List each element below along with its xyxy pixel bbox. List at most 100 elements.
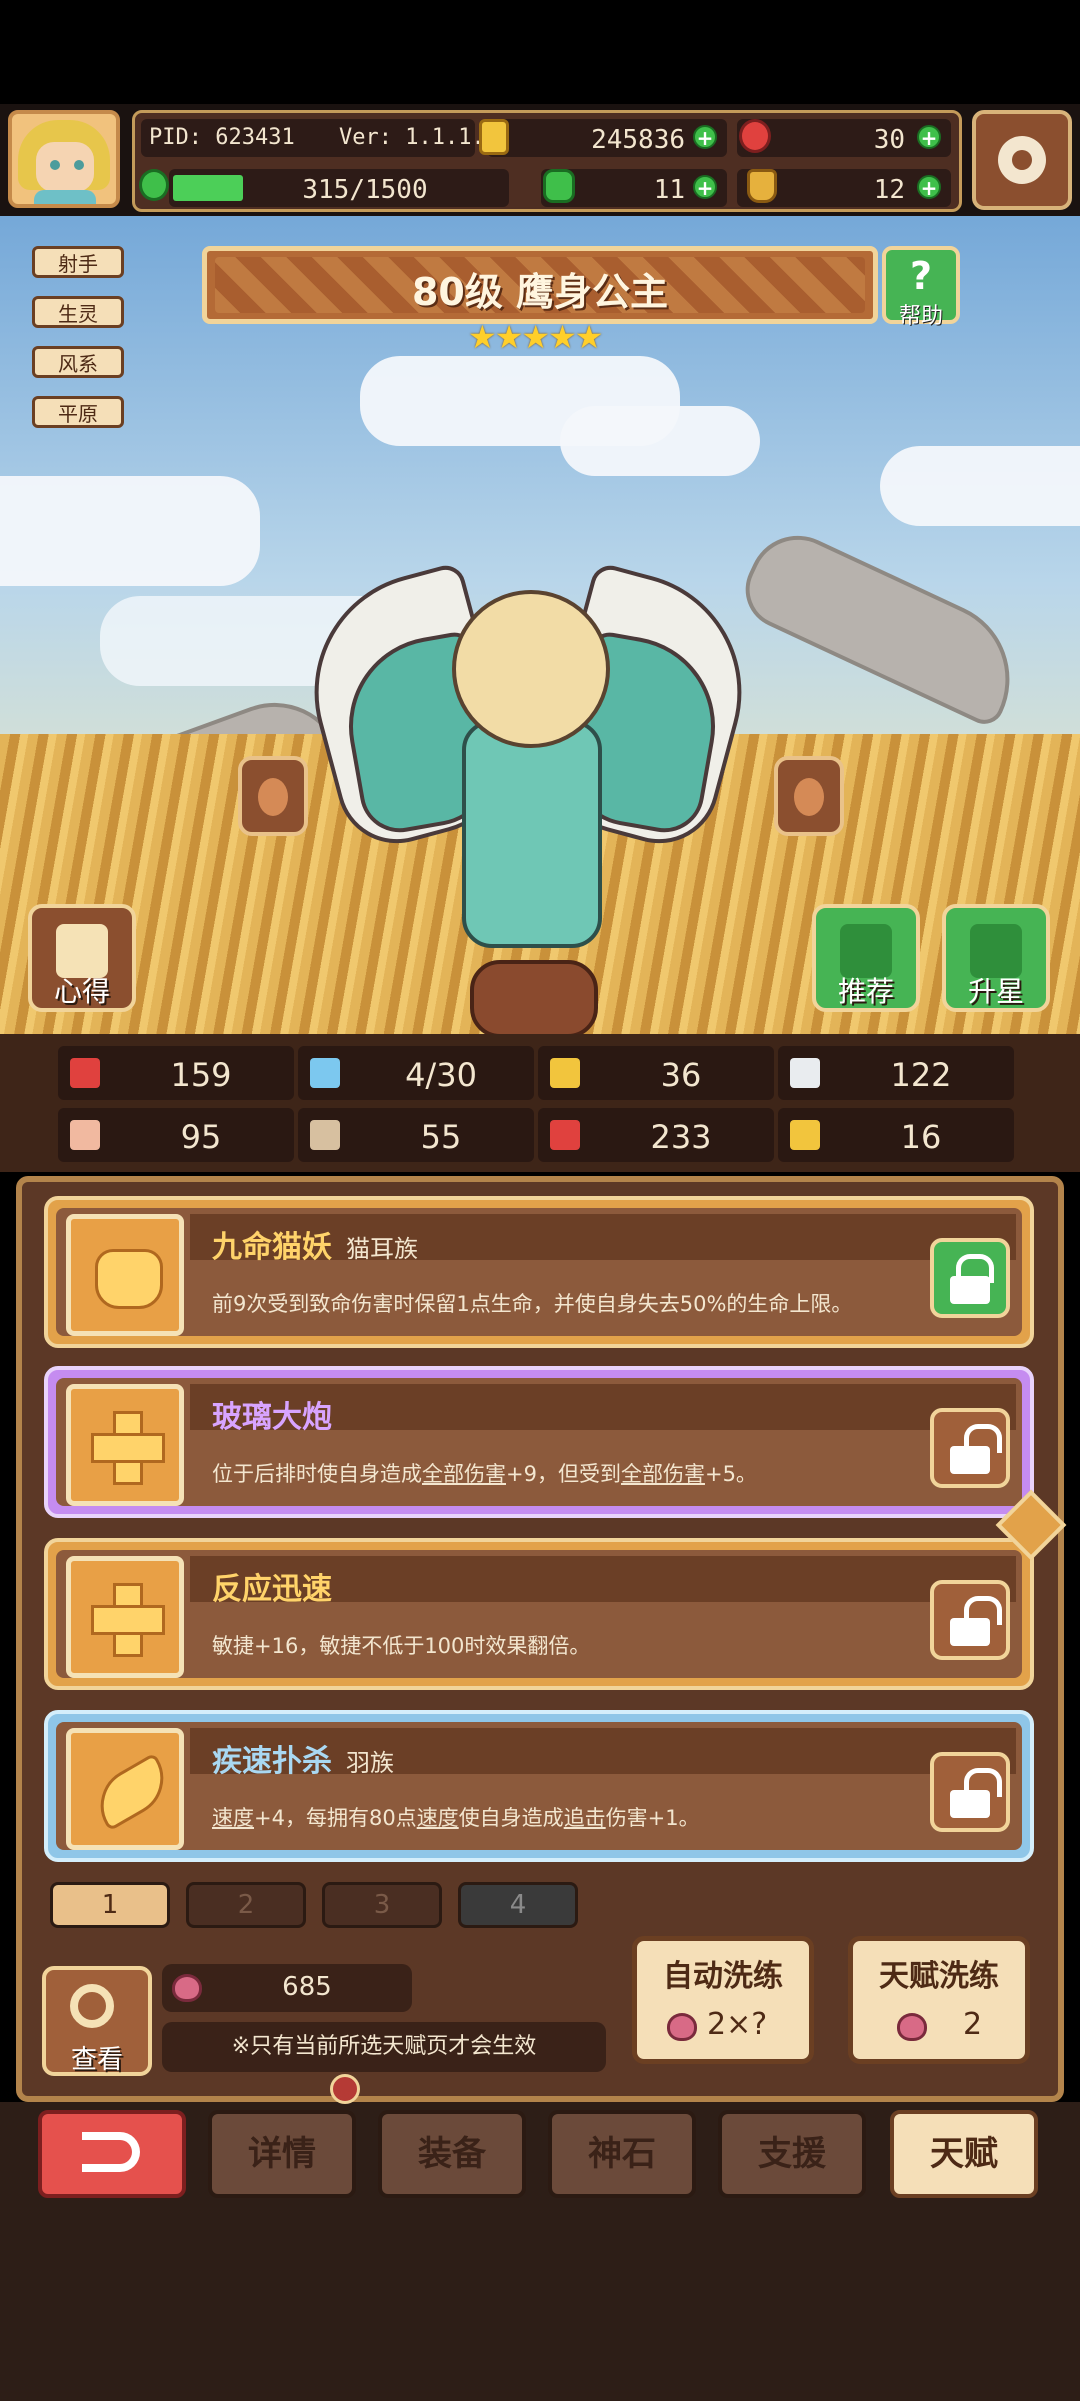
talent-4-tag: 羽族 [346, 1749, 394, 1777]
auto-refine-label: 自动洗练 [663, 1959, 783, 1994]
talent-card-3[interactable]: 反应迅速 敏捷+16，敏捷不低于100时效果翻倍。 [44, 1538, 1034, 1690]
recommend-label: 推荐 [837, 975, 894, 1008]
feather-icon [66, 1728, 184, 1850]
view-button[interactable]: 查看 [42, 1966, 152, 2076]
hero-body [462, 720, 602, 948]
talent-2-name: 玻璃大炮 [212, 1400, 332, 1435]
stat-fist: 95 [58, 1108, 294, 1162]
talent-4-desc: 速度+4，每拥有80点速度使自身造成追击伤害+1。 [212, 1806, 700, 1830]
hero-head [452, 590, 610, 748]
question-icon: ? [909, 254, 933, 298]
nav-equip[interactable]: 装备 [378, 2110, 526, 2198]
view-label: 查看 [70, 2045, 123, 2075]
gear-icon [998, 136, 1046, 184]
add-gold-button[interactable]: + [693, 125, 717, 149]
cross-icon [66, 1384, 184, 1506]
heart-icon [70, 1058, 100, 1088]
peach-icon [172, 1974, 202, 2002]
recommend-button[interactable]: 推荐 [812, 904, 920, 1012]
stat-book: 55 [298, 1108, 534, 1162]
clover-icon [543, 169, 575, 203]
clover-amount: 11 [653, 175, 685, 205]
notes-button[interactable]: 心得 [28, 904, 136, 1012]
nav-talent[interactable]: 天赋 [890, 2110, 1038, 2198]
magnet-icon [790, 1120, 820, 1150]
shield-icon [550, 1058, 580, 1088]
bag-amount: 12 [873, 175, 905, 205]
game-version: Ver: 1.1.1.8 [339, 125, 498, 150]
talent-card-2[interactable]: 玻璃大炮 位于后排时使自身造成全部伤害+9，但受到全部伤害+5。 [44, 1366, 1034, 1518]
talent-3-lock-button[interactable] [930, 1580, 1010, 1660]
stat-potion: 233 [538, 1108, 774, 1162]
prev-hero-button[interactable] [238, 756, 308, 836]
stat-value: 233 [650, 1118, 712, 1156]
energy-bar-fill [173, 175, 243, 201]
stat-value: 16 [900, 1118, 942, 1156]
talent-page-note: ※只有当前所选天赋页才会生效 [162, 2022, 606, 2072]
help-label: 帮助 [898, 304, 943, 329]
water-drop-icon [310, 1058, 340, 1088]
arrow-left-icon [258, 778, 288, 816]
ruby-amount: 30 [873, 125, 905, 155]
talent-4-name: 疾速扑杀 [212, 1744, 332, 1779]
energy-icon [139, 169, 169, 201]
stat-heart: 159 [58, 1046, 294, 1100]
help-button[interactable]: ? 帮助 [882, 246, 960, 329]
notes-label: 心得 [53, 975, 110, 1008]
talent-refine-button[interactable]: 天赋洗练 2 [848, 1936, 1030, 2064]
nav-support[interactable]: 支援 [718, 2110, 866, 2198]
talent-refine-label: 天赋洗练 [879, 1959, 999, 1994]
stat-wing: 122 [778, 1046, 1014, 1100]
back-button[interactable] [38, 2110, 186, 2198]
nav-details[interactable]: 详情 [208, 2110, 356, 2198]
stat-value: 122 [890, 1056, 952, 1094]
race-tag: 生灵 [32, 296, 124, 328]
ruby-icon [739, 119, 771, 153]
talent-refine-cost: 2 [963, 2007, 983, 2042]
peach-count: 685 [282, 1972, 332, 2002]
magnifier-icon [70, 1984, 114, 2028]
talent-1-name: 九命猫妖 [212, 1230, 332, 1265]
stat-value: 159 [170, 1056, 232, 1094]
auto-refine-cost: 2×? [707, 2007, 768, 2042]
book-icon [310, 1120, 340, 1150]
hero-title: 80级 鹰身公主 [411, 270, 669, 314]
cross-icon [66, 1556, 184, 1678]
stat-water-drop: 4/30 [298, 1046, 534, 1100]
fist-icon [70, 1120, 100, 1150]
page-tab-1[interactable]: 1 [50, 1882, 170, 1928]
talent-card-1[interactable]: 九命猫妖 猫耳族 前9次受到致命伤害时保留1点生命，并使自身失去50%的生命上限。 [44, 1196, 1034, 1348]
page-tab-3[interactable]: 3 [322, 1882, 442, 1928]
add-clover-button[interactable]: + [693, 175, 717, 199]
add-ruby-button[interactable]: + [917, 125, 941, 149]
cat-icon [66, 1214, 184, 1336]
bag-icon [747, 169, 777, 203]
page-tab-2[interactable]: 2 [186, 1882, 306, 1928]
notification-dot [330, 2074, 360, 2104]
player-avatar[interactable] [8, 110, 120, 208]
potion-icon [550, 1120, 580, 1150]
add-bag-button[interactable]: + [917, 175, 941, 199]
talent-card-4[interactable]: 疾速扑杀 羽族 速度+4，每拥有80点速度使自身造成追击伤害+1。 [44, 1710, 1034, 1862]
gold-coin-icon [479, 119, 509, 155]
talent-4-lock-button[interactable] [930, 1752, 1010, 1832]
stat-shield: 36 [538, 1046, 774, 1100]
talent-2-lock-button[interactable] [930, 1408, 1010, 1488]
star-up-button[interactable]: 升星 [942, 904, 1050, 1012]
hero-star-rating: ★★★★★ [468, 318, 603, 356]
class-tag-archer: 射手 [32, 246, 124, 278]
talent-1-lock-button[interactable] [930, 1238, 1010, 1318]
talent-3-desc: 敏捷+16，敏捷不低于100时效果翻倍。 [212, 1634, 591, 1658]
stat-value: 55 [420, 1118, 462, 1156]
auto-refine-button[interactable]: 自动洗练 2×? [632, 1936, 814, 2064]
resource-panel: PID: 623431 Ver: 1.1.1.8 245836 + 30 + 3… [132, 110, 962, 212]
next-hero-button[interactable] [774, 756, 844, 836]
terrain-tag: 平原 [32, 396, 124, 428]
talent-1-desc: 前9次受到致命伤害时保留1点生命，并使自身失去50%的生命上限。 [212, 1292, 853, 1316]
nav-godstone[interactable]: 神石 [548, 2110, 696, 2198]
page-tab-4[interactable]: 4 [458, 1882, 578, 1928]
arrow-right-icon [794, 778, 824, 816]
settings-button[interactable] [972, 110, 1072, 210]
peach-icon [897, 2013, 927, 2041]
stat-value: 95 [180, 1118, 222, 1156]
